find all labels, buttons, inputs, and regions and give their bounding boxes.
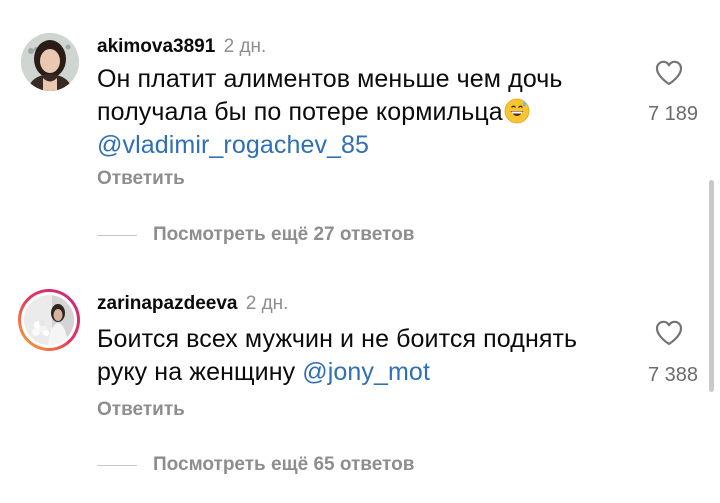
view-replies-label: Посмотреть ещё 65 ответов [153,454,415,475]
comment-text-line: Боится всех мужчин и не боится поднять [97,325,578,353]
scrollbar[interactable] [709,180,714,392]
comment-meta: zarinapazdeeva 2 дн. [97,292,288,316]
divider [97,464,137,466]
view-replies-button[interactable]: Посмотреть ещё 65 ответов [97,453,414,477]
avatar[interactable] [18,289,80,351]
username[interactable]: zarinapazdeeva [97,293,237,314]
comment-text-part: руку на женщину [97,358,296,386]
timestamp: 2 дн. [245,293,289,314]
comment-text-line: руку на женщину @jony_mot [97,356,617,389]
reply-button[interactable]: Ответить [97,398,185,422]
avatar-image [24,295,74,345]
avatar-ring [21,292,77,348]
comment-item: zarinapazdeeva 2 дн. Боится всех мужчин … [0,0,720,503]
comment-text: Боится всех мужчин и не боится поднять р… [97,323,617,389]
mention-link[interactable]: @jony_mot [302,358,430,386]
like-count: 7 388 [647,364,698,386]
heart-outline-icon[interactable] [654,318,684,348]
